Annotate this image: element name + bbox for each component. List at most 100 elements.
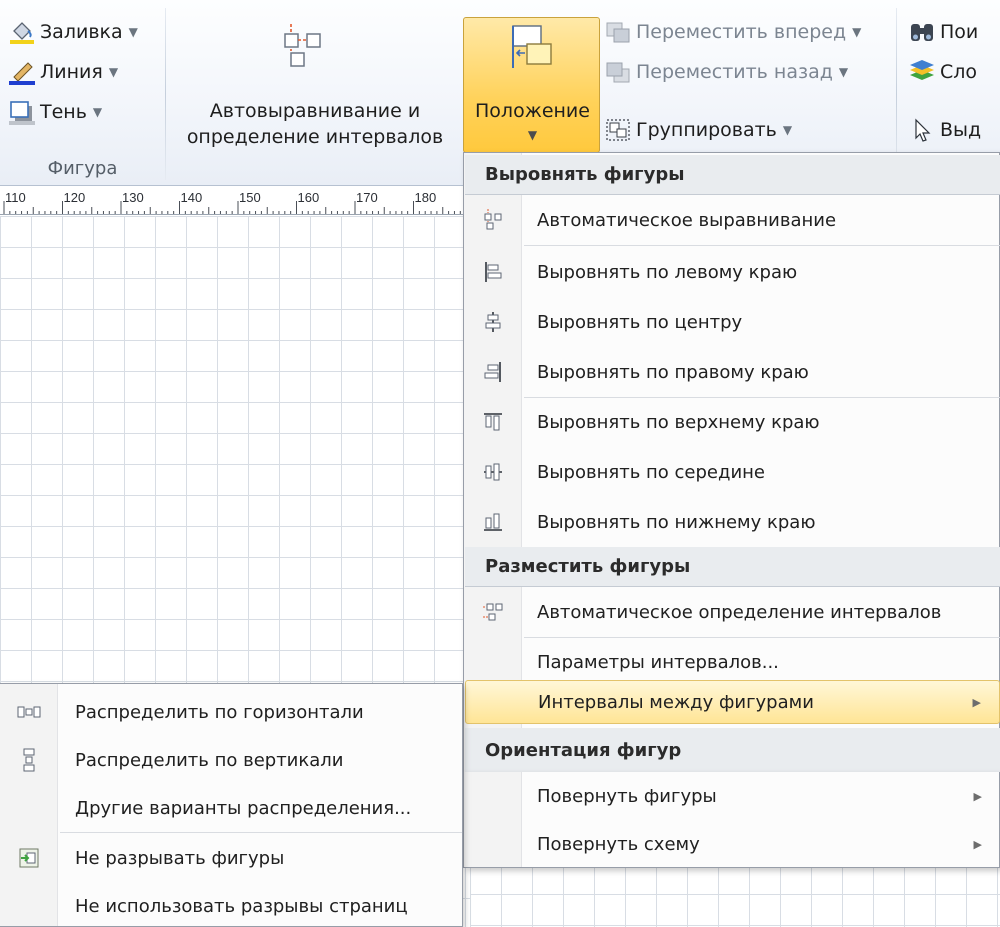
bring-forward-button[interactable]: Переместить вперед ▼ xyxy=(604,14,861,50)
ruler-tick-label: 140 xyxy=(181,190,203,205)
menu-header-align: Выровнять фигуры xyxy=(465,155,1000,195)
ruler-tick-label: 170 xyxy=(356,190,378,205)
ruler-tick-label: 150 xyxy=(239,190,261,205)
ruler-tick-label: 120 xyxy=(64,190,86,205)
menu-item-label: Интервалы между фигурами xyxy=(538,691,814,713)
submenu-item-label: Другие варианты распределения... xyxy=(75,797,412,819)
submenu-divider xyxy=(60,832,462,833)
menu-item-align-top[interactable]: Выровнять по верхнему краю xyxy=(465,398,1000,446)
position-dropdown-menu-bottom: Повернуть фигуры ▶ Повернуть схему ▶ xyxy=(463,772,1000,868)
send-backward-button[interactable]: Переместить назад ▼ xyxy=(604,54,848,90)
send-backward-icon xyxy=(604,59,632,85)
bring-forward-label: Переместить вперед xyxy=(636,21,847,43)
select-label: Выд xyxy=(940,119,982,141)
menu-divider xyxy=(524,245,1000,246)
keep-together-icon xyxy=(0,847,58,869)
menu-item-label: Повернуть схему xyxy=(537,833,700,855)
group-button[interactable]: Группировать ▼ xyxy=(604,112,792,148)
menu-item-align-left[interactable]: Выровнять по левому краю xyxy=(465,248,1000,296)
menu-item-align-bottom[interactable]: Выровнять по нижнему краю xyxy=(465,498,1000,546)
chevron-down-icon: ▼ xyxy=(92,105,103,119)
horizontal-ruler: 110 120 130 140 150 160 170 180 xyxy=(0,187,470,215)
fill-label: Заливка xyxy=(40,21,123,43)
align-top-icon xyxy=(465,411,521,433)
align-middle-icon xyxy=(465,461,521,483)
menu-item-rotate-shapes[interactable]: Повернуть фигуры ▶ xyxy=(465,772,1000,820)
menu-item-label: Выровнять по правому краю xyxy=(537,361,809,383)
select-button[interactable]: Выд xyxy=(908,112,981,148)
layers-icon xyxy=(908,59,936,85)
auto-space-icon xyxy=(465,601,521,623)
send-backward-label: Переместить назад xyxy=(636,61,833,83)
ruler-tick-label: 160 xyxy=(298,190,320,205)
bring-forward-icon xyxy=(604,19,632,45)
chevron-down-icon: ▼ xyxy=(838,65,849,79)
submenu-item-keep-together[interactable]: Не разрывать фигуры xyxy=(0,834,462,882)
chevron-down-icon: ▼ xyxy=(782,123,793,137)
chevron-down-icon: ▼ xyxy=(108,65,119,79)
submenu-arrow-icon: ▶ xyxy=(973,789,982,803)
submenu-item-no-page-breaks[interactable]: Не использовать разрывы страниц xyxy=(0,882,462,927)
find-label: Пои xyxy=(940,21,979,43)
auto-align-icon xyxy=(276,20,328,76)
menu-item-label: Повернуть фигуры xyxy=(537,785,717,807)
menu-item-rotate-diagram[interactable]: Повернуть схему ▶ xyxy=(465,820,1000,868)
menu-header-orient: Ориентация фигур xyxy=(465,728,1000,772)
align-bottom-icon xyxy=(465,511,521,533)
shadow-button[interactable]: Тень ▼ xyxy=(8,94,102,130)
submenu-arrow-icon: ▶ xyxy=(973,837,982,851)
menu-item-auto-align[interactable]: Автоматическое выравнивание xyxy=(465,196,1000,244)
auto-align-icon xyxy=(465,209,521,231)
group-label: Группировать xyxy=(636,119,777,141)
line-button[interactable]: Линия ▼ xyxy=(8,54,118,90)
line-label: Линия xyxy=(40,61,103,83)
ruler-tick-label: 180 xyxy=(415,190,437,205)
auto-align-button[interactable]: Автовыравнивание и определение интервало… xyxy=(170,8,460,158)
cursor-arrow-icon xyxy=(908,117,936,143)
menu-item-label: Выровнять по центру xyxy=(537,311,743,333)
layers-button[interactable]: Сло xyxy=(908,54,977,90)
menu-item-align-middle[interactable]: Выровнять по середине xyxy=(465,448,1000,496)
spacing-submenu: Распределить по горизонтали Распределить… xyxy=(0,683,463,927)
menu-item-spacing-between[interactable]: Интервалы между фигурами ▶ xyxy=(465,680,1000,724)
layers-label: Сло xyxy=(940,61,978,83)
shadow-icon xyxy=(8,99,36,125)
pencil-icon xyxy=(8,59,36,85)
position-button[interactable]: Положение ▼ xyxy=(463,17,600,153)
group-icon xyxy=(604,117,632,143)
menu-item-label: Автоматическое определение интервалов xyxy=(537,601,942,623)
submenu-item-other-distribute[interactable]: Другие варианты распределения... xyxy=(0,784,462,832)
position-dropdown-menu: Выровнять фигуры Автоматическое выравнив… xyxy=(463,152,1000,773)
menu-header-space: Разместить фигуры xyxy=(465,547,1000,587)
shadow-label: Тень xyxy=(40,101,87,123)
auto-align-label-line2: определение интервалов xyxy=(186,126,444,148)
binoculars-icon xyxy=(908,19,936,45)
menu-item-spacing-options[interactable]: Параметры интервалов... xyxy=(465,638,1000,686)
ruler-scale: 110 120 130 140 150 160 170 180 xyxy=(3,190,467,214)
submenu-arrow-icon: ▶ xyxy=(972,695,981,709)
menu-item-label: Выровнять по нижнему краю xyxy=(537,511,816,533)
paint-bucket-icon xyxy=(8,19,36,45)
submenu-item-label: Не использовать разрывы страниц xyxy=(75,895,408,917)
submenu-item-label: Распределить по вертикали xyxy=(75,749,344,771)
menu-item-align-right[interactable]: Выровнять по правому краю xyxy=(465,348,1000,396)
menu-item-label: Выровнять по верхнему краю xyxy=(537,411,820,433)
fill-button[interactable]: Заливка ▼ xyxy=(8,14,138,50)
ruler-tick-label: 110 xyxy=(5,190,26,205)
submenu-item-distribute-vertical[interactable]: Распределить по вертикали xyxy=(0,736,462,784)
menu-item-label: Автоматическое выравнивание xyxy=(537,209,837,231)
menu-item-align-center[interactable]: Выровнять по центру xyxy=(465,298,1000,346)
chevron-down-icon: ▼ xyxy=(527,128,538,142)
position-icon xyxy=(511,24,555,76)
menu-item-auto-space[interactable]: Автоматическое определение интервалов xyxy=(465,588,1000,636)
align-left-icon xyxy=(465,261,521,283)
find-button[interactable]: Пои xyxy=(908,14,978,50)
align-center-icon xyxy=(465,311,521,333)
submenu-item-distribute-horizontal[interactable]: Распределить по горизонтали xyxy=(0,688,462,736)
ruler-tick-label: 130 xyxy=(122,190,144,205)
distribute-vertical-icon xyxy=(0,748,58,772)
chevron-down-icon: ▼ xyxy=(852,25,862,39)
submenu-item-label: Не разрывать фигуры xyxy=(75,847,285,869)
shape-group-label: Фигура xyxy=(47,158,118,179)
group-separator xyxy=(165,8,166,180)
